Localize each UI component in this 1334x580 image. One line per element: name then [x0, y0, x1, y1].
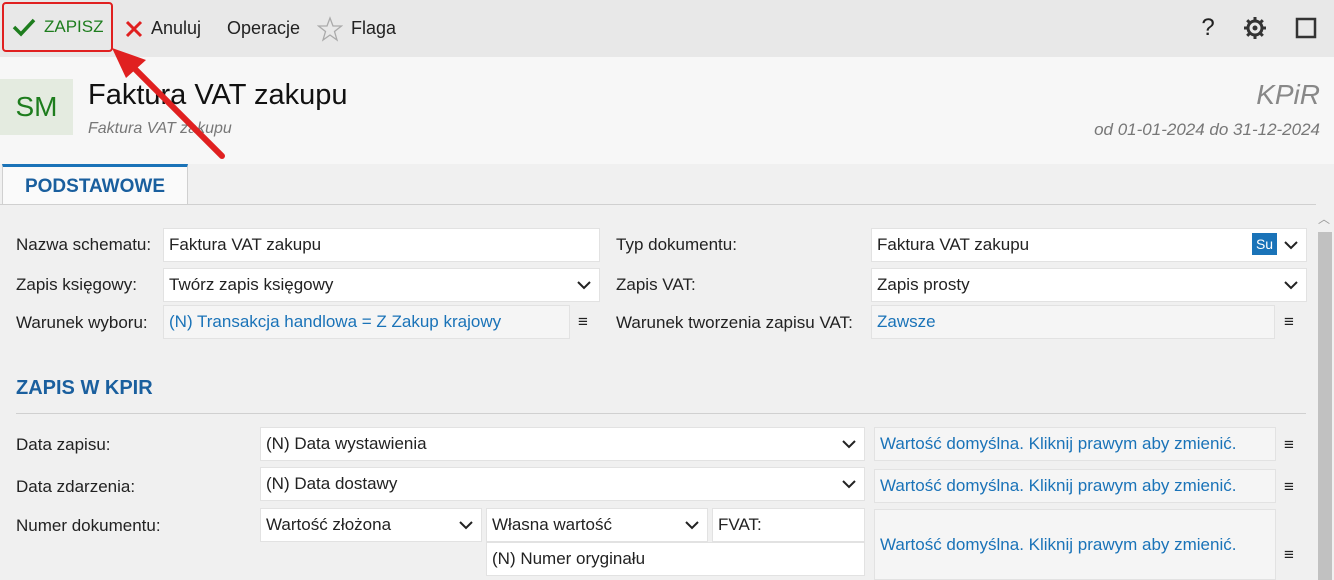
numer-dokumentu-default[interactable]: Wartość domyślna. Kliknij prawym aby zmi… [874, 509, 1276, 580]
chevron-down-icon [1284, 241, 1298, 250]
close-icon [125, 20, 143, 37]
zapis-ksiegowy-label: Zapis księgowy: [16, 275, 137, 294]
warunek-wyboru-link[interactable]: (N) Transakcja handlowa = Z Zakup krajow… [169, 312, 501, 332]
menu-icon[interactable]: ≡ [578, 312, 588, 332]
avatar: SM [0, 79, 73, 135]
zapis-vat-select[interactable]: Zapis prosty [871, 268, 1307, 302]
data-zdarzenia-default[interactable]: Wartość domyślna. Kliknij prawym aby zmi… [874, 469, 1276, 503]
zapis-ksiegowy-value: Twórz zapis księgowy [169, 275, 334, 294]
warunek-wyboru-field[interactable]: (N) Transakcja handlowa = Z Zakup krajow… [163, 305, 570, 339]
zapis-vat-label: Zapis VAT: [616, 275, 696, 294]
typ-dokumentu-label: Typ dokumentu: [616, 235, 737, 254]
chevron-down-icon [1284, 281, 1298, 290]
chevron-down-icon [577, 281, 591, 290]
data-zapisu-label: Data zapisu: [16, 435, 111, 454]
chevron-down-icon [842, 480, 856, 489]
chevron-down-icon [842, 440, 856, 449]
cancel-button[interactable]: Anuluj [125, 0, 201, 57]
numer-subtype-select[interactable]: Własna wartość [486, 508, 708, 542]
operations-button[interactable]: Operacje [219, 0, 300, 57]
numer-type-select[interactable]: Wartość złożona [260, 508, 482, 542]
data-zdarzenia-select[interactable]: (N) Data dostawy [260, 467, 865, 501]
scrollbar-thumb[interactable] [1318, 232, 1332, 580]
scroll-up-icon[interactable]: ︿ [1318, 210, 1330, 227]
chevron-down-icon [459, 521, 473, 530]
date-range: od 01-01-2024 do 31-12-2024 [1094, 120, 1320, 139]
nazwa-schematu-input[interactable]: Faktura VAT zakupu [163, 228, 600, 262]
menu-icon[interactable]: ≡ [1284, 545, 1294, 565]
su-badge[interactable]: Su [1252, 233, 1277, 255]
operations-label: Operacje [227, 18, 301, 38]
checkmark-icon [12, 18, 36, 37]
page-title: Faktura VAT zakupu [88, 79, 348, 111]
numer-prefix-input[interactable]: FVAT: [712, 508, 865, 542]
gear-icon[interactable] [1241, 14, 1269, 42]
nazwa-schematu-label: Nazwa schematu: [16, 235, 152, 254]
register-label: KPiR [1256, 79, 1320, 110]
document-header: SM Faktura VAT zakupu Faktura VAT zakupu… [0, 57, 1334, 164]
menu-icon[interactable]: ≡ [1284, 477, 1294, 497]
nazwa-schematu-value: Faktura VAT zakupu [169, 235, 322, 254]
warunek-vat-link[interactable]: Zawsze [877, 312, 936, 332]
help-icon[interactable]: ? [1194, 14, 1222, 42]
data-zapisu-value: (N) Data wystawienia [266, 434, 427, 453]
chevron-down-icon [685, 521, 699, 530]
numer-second-input[interactable]: (N) Numer oryginału [486, 542, 865, 576]
tab-podstawowe[interactable]: PODSTAWOWE [2, 164, 188, 206]
menu-icon[interactable]: ≡ [1284, 435, 1294, 455]
flag-button[interactable]: Flaga [317, 0, 396, 57]
zapis-vat-value: Zapis prosty [877, 275, 970, 294]
zapis-ksiegowy-select[interactable]: Twórz zapis księgowy [163, 268, 600, 302]
warunek-vat-field[interactable]: Zawsze [871, 305, 1275, 339]
warunek-wyboru-label: Warunek wyboru: [16, 313, 148, 332]
flag-label: Flaga [351, 18, 397, 38]
save-button[interactable]: ZAPISZ [2, 2, 113, 52]
star-icon [317, 15, 343, 42]
warunek-vat-label: Warunek tworzenia zapisu VAT: [616, 313, 853, 332]
save-label: ZAPISZ [44, 17, 104, 36]
data-zdarzenia-value: (N) Data dostawy [266, 474, 398, 493]
typ-dokumentu-select[interactable]: Faktura VAT zakupu [871, 228, 1307, 262]
section-divider [16, 413, 1306, 414]
typ-dokumentu-value: Faktura VAT zakupu [877, 235, 1030, 254]
toolbar: ZAPISZ Anuluj Operacje Flaga ? [0, 0, 1334, 57]
cancel-label: Anuluj [151, 18, 202, 38]
page-subtitle: Faktura VAT zakupu [88, 120, 232, 137]
maximize-icon[interactable] [1292, 14, 1320, 42]
data-zdarzenia-label: Data zdarzenia: [16, 477, 136, 496]
menu-icon[interactable]: ≡ [1284, 312, 1294, 332]
data-zapisu-default[interactable]: Wartość domyślna. Kliknij prawym aby zmi… [874, 427, 1276, 461]
section-title-kpir: ZAPIS W KPIR [16, 377, 153, 399]
data-zapisu-select[interactable]: (N) Data wystawienia [260, 427, 865, 461]
numer-dokumentu-label: Numer dokumentu: [16, 516, 161, 535]
